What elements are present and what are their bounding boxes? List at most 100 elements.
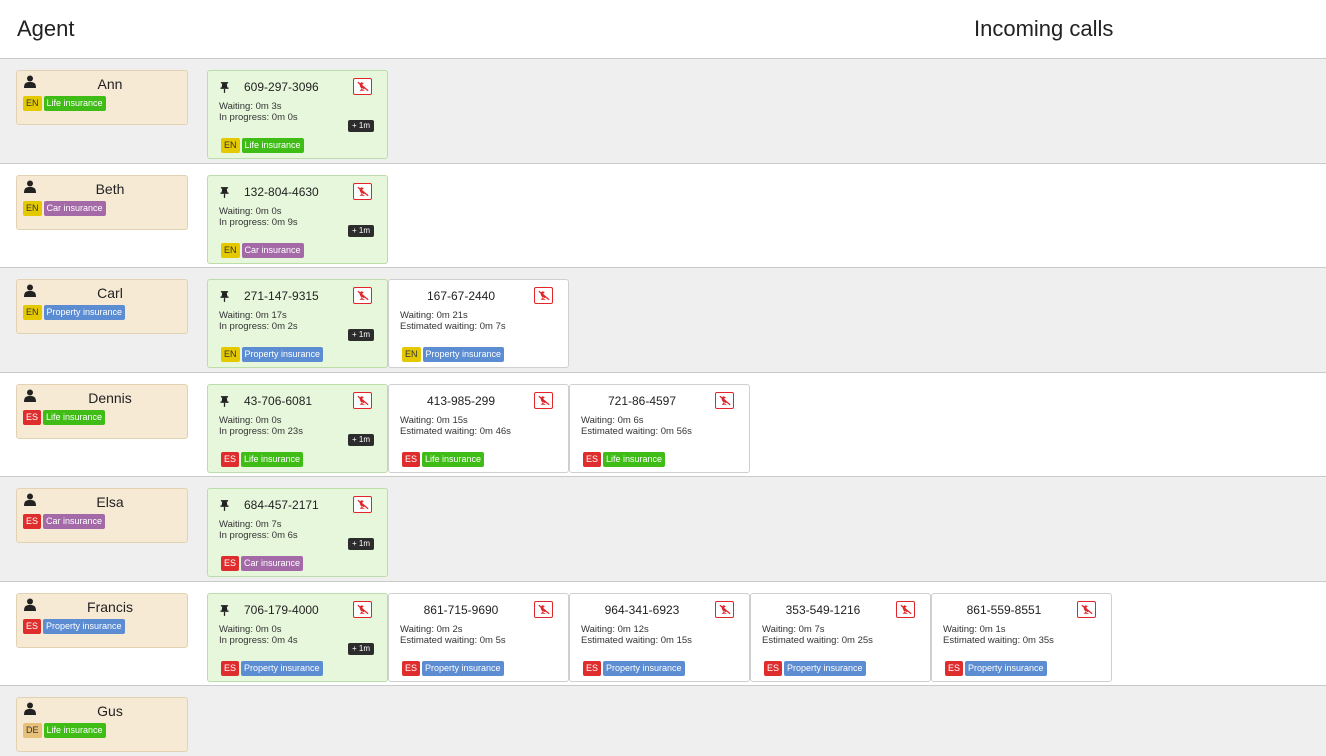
language-badge: ES bbox=[23, 409, 42, 425]
call-number: 353-549-1216 bbox=[785, 602, 861, 617]
call-info: Waiting: 0m 0s In progress: 0m 4s bbox=[219, 624, 298, 646]
language-badge: ES bbox=[221, 556, 240, 571]
active-call-card[interactable]: 684-457-2171 Waiting: 0m 7s In progress: 0… bbox=[207, 488, 388, 577]
language-badge: ES bbox=[402, 660, 421, 676]
queued-call-card[interactable]: 861-715-9690 Waiting: 0m 2s Estimated wait… bbox=[388, 592, 569, 682]
language-badge: ES bbox=[23, 514, 42, 529]
progress-time: In progress: 0m 23s bbox=[219, 425, 303, 437]
queued-call-card[interactable]: 167-67-2440 Waiting: 0m 21s Estimated wait… bbox=[388, 279, 569, 368]
estimated-waiting: Estimated waiting: 0m 46s bbox=[400, 425, 511, 437]
tag-group: EN Property insurance bbox=[221, 347, 324, 362]
tag-group: ES Car insurance bbox=[23, 514, 106, 529]
agent-card[interactable]: Ann EN Life insurance bbox=[16, 70, 188, 125]
language-badge: ES bbox=[221, 660, 240, 676]
hangup-button[interactable] bbox=[353, 391, 372, 409]
hangup-phone-icon bbox=[537, 290, 550, 301]
extend-time-button[interactable]: + 1m bbox=[347, 642, 374, 655]
language-badge: ES bbox=[764, 660, 783, 676]
hangup-button[interactable] bbox=[353, 600, 372, 618]
agent-name: Dennis bbox=[88, 389, 132, 406]
active-call-card[interactable]: 43-706-6081 Waiting: 0m 0s In progress: 0m… bbox=[207, 383, 388, 473]
hangup-button[interactable] bbox=[534, 391, 553, 409]
language-badge: EN bbox=[221, 242, 240, 258]
language-badge: EN bbox=[221, 347, 240, 362]
agent-name: Beth bbox=[95, 180, 125, 197]
category-badge: Property insurance bbox=[43, 618, 125, 634]
queued-call-card[interactable]: 353-549-1216 Waiting: 0m 7s Estimated wait… bbox=[750, 592, 931, 682]
hangup-button[interactable] bbox=[896, 600, 915, 618]
hangup-button[interactable] bbox=[353, 182, 372, 200]
hangup-button[interactable] bbox=[715, 391, 734, 409]
agent-card[interactable]: Elsa ES Car insurance bbox=[16, 488, 188, 543]
agent-column-title: Agent bbox=[17, 16, 75, 41]
category-badge: Life insurance bbox=[43, 96, 106, 111]
hangup-button[interactable] bbox=[353, 287, 372, 304]
estimated-waiting: Estimated waiting: 0m 15s bbox=[581, 634, 692, 646]
extend-time-button[interactable]: + 1m bbox=[347, 538, 374, 550]
tag-group: ES Property insurance bbox=[945, 660, 1047, 676]
hangup-button[interactable] bbox=[353, 78, 372, 95]
agent-card[interactable]: Francis ES Property insurance bbox=[16, 592, 188, 648]
waiting-time: Waiting: 0m 1s bbox=[943, 623, 1006, 635]
call-info: Waiting: 0m 0s In progress: 0m 9s bbox=[219, 206, 298, 228]
tag-group: EN Property insurance bbox=[23, 305, 126, 320]
hangup-phone-icon bbox=[356, 186, 369, 197]
tag-group: ES Property insurance bbox=[402, 660, 504, 676]
category-badge: Property insurance bbox=[241, 347, 324, 362]
hangup-phone-icon bbox=[1080, 604, 1093, 615]
category-badge: Property insurance bbox=[422, 347, 505, 362]
waiting-time: Waiting: 0m 12s bbox=[581, 623, 649, 635]
tag-group: ES Life insurance bbox=[583, 451, 666, 467]
agent-name: Ann bbox=[97, 76, 123, 92]
category-badge: Life insurance bbox=[43, 723, 106, 738]
incoming-calls-title: Incoming calls bbox=[974, 16, 1114, 41]
queued-call-card[interactable]: 964-341-6923 Waiting: 0m 12s Estimated wai… bbox=[569, 592, 750, 682]
estimated-waiting: Estimated waiting: 0m 7s bbox=[400, 321, 506, 332]
language-badge: EN bbox=[23, 200, 42, 216]
language-badge: EN bbox=[23, 305, 42, 320]
waiting-time: Waiting: 0m 2s bbox=[400, 623, 463, 635]
hangup-button[interactable] bbox=[534, 287, 553, 304]
category-badge: Life insurance bbox=[241, 138, 304, 153]
extend-time-button[interactable]: + 1m bbox=[347, 120, 374, 132]
call-info: Waiting: 0m 12s Estimated waiting: 0m 15s bbox=[581, 624, 692, 646]
agent-name: Elsa bbox=[96, 494, 124, 510]
hangup-button[interactable] bbox=[715, 600, 734, 618]
category-badge: Property insurance bbox=[603, 660, 685, 676]
hangup-phone-icon bbox=[356, 81, 369, 92]
agent-card[interactable]: Gus DE Life insurance bbox=[16, 697, 188, 752]
hangup-button[interactable] bbox=[353, 496, 372, 513]
agent-card[interactable]: Carl EN Property insurance bbox=[16, 279, 188, 334]
hangup-button[interactable] bbox=[534, 600, 553, 618]
category-badge: Property insurance bbox=[241, 660, 323, 676]
agent-name: Francis bbox=[87, 598, 133, 615]
hangup-button[interactable] bbox=[1077, 600, 1096, 618]
pushpin-icon bbox=[220, 186, 229, 201]
active-call-card[interactable]: 271-147-9315 Waiting: 0m 17s In progress: … bbox=[207, 279, 388, 368]
call-number: 721-86-4597 bbox=[607, 393, 677, 408]
call-info: Waiting: 0m 21s Estimated waiting: 0m 7s bbox=[400, 310, 506, 332]
extend-time-button[interactable]: + 1m bbox=[347, 433, 374, 446]
queued-call-card[interactable]: 413-985-299 Waiting: 0m 15s Estimated wait… bbox=[388, 383, 569, 473]
agent-card[interactable]: Dennis ES Life insurance bbox=[16, 383, 188, 439]
active-call-card[interactable]: 609-297-3096 Waiting: 0m 3s In progress: 0… bbox=[207, 70, 388, 159]
language-badge: ES bbox=[23, 618, 42, 634]
agent-name: Gus bbox=[97, 703, 123, 719]
agent-card[interactable]: Beth EN Car insurance bbox=[16, 174, 188, 230]
queued-call-card[interactable]: 861-559-8551 Waiting: 0m 1s Estimated wait… bbox=[931, 592, 1112, 682]
call-info: Waiting: 0m 2s Estimated waiting: 0m 5s bbox=[400, 624, 506, 646]
language-badge: EN bbox=[23, 96, 42, 111]
extend-time-button[interactable]: + 1m bbox=[347, 329, 374, 341]
queued-call-card[interactable]: 721-86-4597 Waiting: 0m 6s Estimated waiti… bbox=[569, 383, 750, 473]
active-call-card[interactable]: 706-179-4000 Waiting: 0m 0s In progress: 0… bbox=[207, 592, 388, 682]
tag-group: EN Car insurance bbox=[23, 200, 106, 216]
extend-time-button[interactable]: + 1m bbox=[347, 224, 374, 237]
agent-row: Carl EN Property insurance 271-147-9315 Wait… bbox=[0, 267, 1326, 372]
progress-time: In progress: 0m 4s bbox=[219, 634, 298, 646]
language-badge: EN bbox=[402, 347, 421, 362]
pushpin-icon bbox=[220, 604, 229, 619]
waiting-time: Waiting: 0m 6s bbox=[581, 414, 644, 426]
active-call-card[interactable]: 132-804-4630 Waiting: 0m 0s In progress: 0… bbox=[207, 174, 388, 264]
hangup-phone-icon bbox=[537, 395, 550, 406]
waiting-time: Waiting: 0m 7s bbox=[762, 623, 825, 635]
